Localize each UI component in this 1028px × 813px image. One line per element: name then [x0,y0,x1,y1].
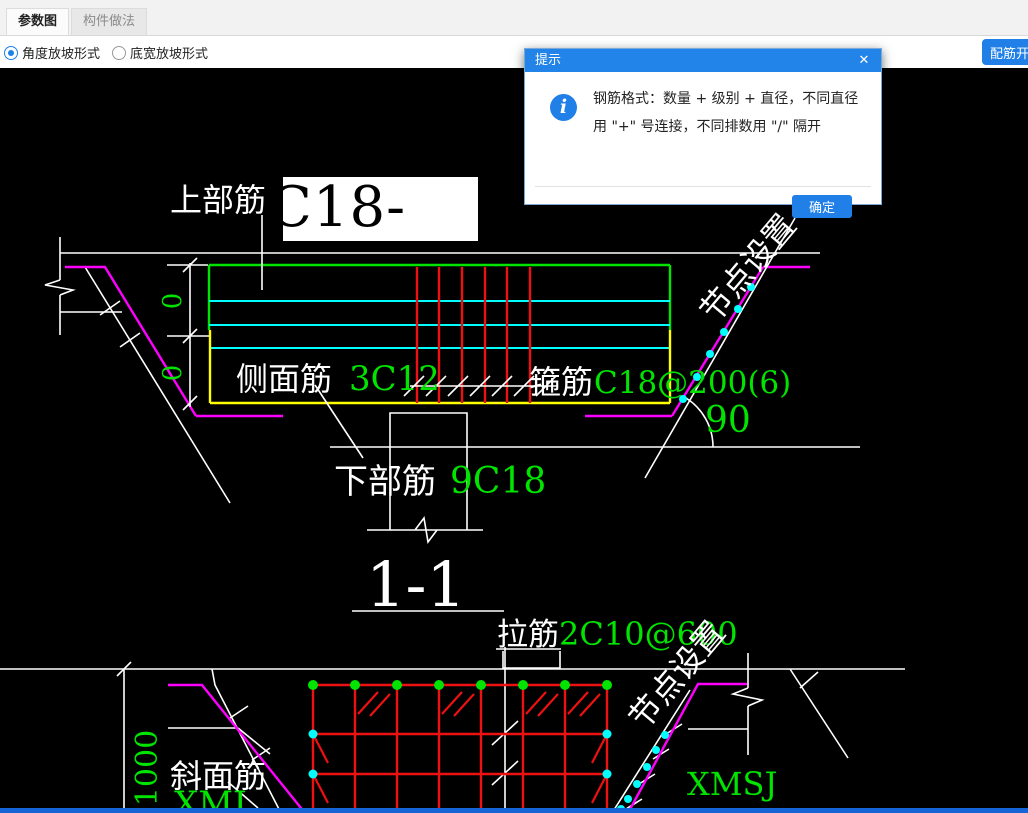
radio-bottom-width-slope-label: 底宽放坡形式 [130,47,209,62]
top-rebar-label: 上部筋 [170,181,266,219]
info-icon: i [550,94,577,121]
tab-component-method[interactable]: 构件做法 [71,8,148,35]
app-window: 参数图 构件做法 角度放坡形式 底宽放坡形式 配筋开 上部筋 侧面筋 3C12 … [0,0,1028,813]
dialog-divider [535,186,871,187]
close-icon[interactable]: ✕ [855,49,873,72]
dim-zero-upper: 0 [158,293,188,310]
rebar-config-button[interactable]: 配筋开 [982,39,1028,65]
tie-bar-label: 拉筋 [497,617,559,653]
stirrup-value: C18@200(6) [594,365,791,401]
side-rebar-label: 侧面筋 [236,360,332,398]
side-rebar-value: 3C12 [349,359,440,399]
radio-bottom-width-slope[interactable]: 底宽放坡形式 [112,43,208,62]
dim-zero-lower: 0 [158,365,188,382]
slope-angle-value: 90 [705,400,751,441]
top-rebar-value-text: C18-150 [283,177,407,241]
status-strip [0,808,1028,813]
tab-parameter-diagram[interactable]: 参数图 [6,8,70,35]
tab-strip: 参数图 构件做法 [0,0,1028,36]
dialog-message-line2: 用 "+" 号连接，不同排数用 "/" 隔开 [593,119,822,135]
dialog-message: 钢筋格式：数量 + 级别 + 直径，不同直径 用 "+" 号连接，不同排数用 "… [593,85,871,141]
radio-angle-slope[interactable]: 角度放坡形式 [4,43,100,62]
dialog-message-line1: 钢筋格式：数量 + 级别 + 直径，不同直径 [593,91,859,107]
bottom-rebar-value: 9C18 [450,461,546,502]
dialog-titlebar[interactable]: 提示 ✕ [525,49,881,72]
prompt-dialog: 提示 ✕ i 钢筋格式：数量 + 级别 + 直径，不同直径 用 "+" 号连接，… [524,48,882,218]
radio-angle-slope-label: 角度放坡形式 [22,47,101,62]
slope-rebar-code: XMJ [174,784,247,808]
stirrup-label: 箍筋 [529,363,593,401]
dim-1000: 1000 [130,730,165,806]
ok-button[interactable]: 确定 [792,195,852,218]
dialog-body: i 钢筋格式：数量 + 级别 + 直径，不同直径 用 "+" 号连接，不同排数用… [525,72,881,218]
radio-unselected-icon [112,45,127,60]
bottom-rebar-label: 下部筋 [334,462,436,502]
radio-selected-icon [4,45,18,60]
slope-rebar-code-right: XMSJ [687,765,777,803]
section-title: 1-1 [366,548,466,621]
dialog-title-text: 提示 [535,53,562,68]
top-rebar-value-input[interactable]: C18-150 [283,177,478,241]
